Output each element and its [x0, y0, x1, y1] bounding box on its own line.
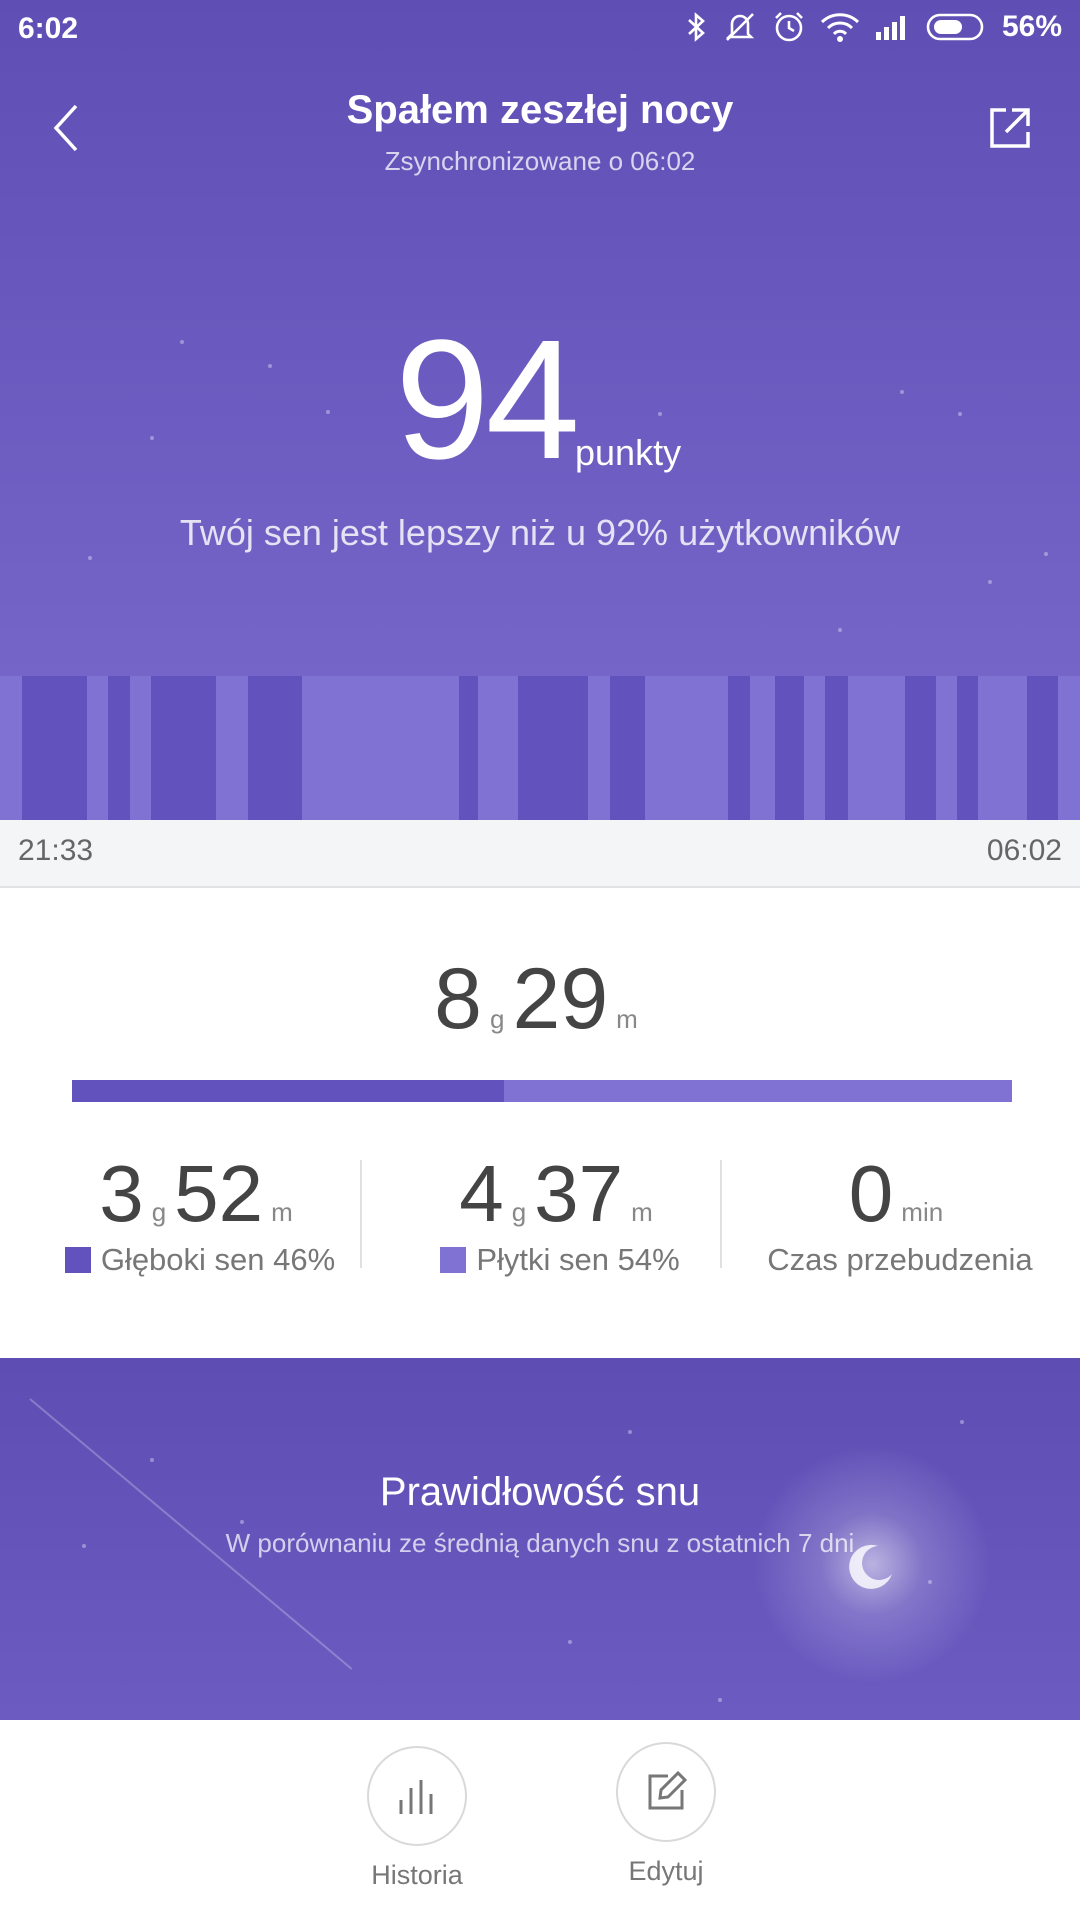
- deep-sleep-label: Głęboki sen 46%: [100, 1242, 336, 1277]
- awake-value: 0: [848, 1149, 894, 1238]
- bar-chart-icon: [399, 1780, 433, 1814]
- awake-stat: 0 min Czas przebudzenia: [720, 1148, 1080, 1278]
- deep-sleep-fill: [72, 1080, 505, 1102]
- mute-bell-icon: [725, 13, 755, 41]
- regularity-subtitle: W porównaniu ze średnią danych snu z ost…: [225, 1528, 855, 1558]
- regularity-title: Prawidłowość snu: [379, 1470, 701, 1514]
- alarm-icon: [775, 12, 803, 42]
- sleep-hero: 6:02 56% Spałem zeszłej nocy Zsynchroniz…: [0, 0, 1080, 676]
- light-sleep-label: Płytki sen 54%: [476, 1242, 680, 1277]
- wifi-icon: [820, 13, 859, 42]
- light-hour-unit: g: [511, 1197, 527, 1227]
- deep-hour-unit: g: [151, 1197, 167, 1227]
- bluetooth-icon: [688, 12, 705, 42]
- awake-unit: min: [901, 1197, 944, 1227]
- sleep-stage-deep: [825, 676, 848, 820]
- light-sleep-swatch: [440, 1247, 467, 1273]
- sync-status: Zsynchronizowane o 06:02: [384, 146, 696, 176]
- score-comparison: Twój sen jest lepszy niż u 92% użytkowni…: [179, 512, 901, 553]
- page-title: Spałem zeszłej nocy: [346, 88, 734, 132]
- light-hours: 4: [459, 1149, 504, 1238]
- deep-minute-unit: m: [271, 1197, 293, 1227]
- history-button[interactable]: Historia: [337, 1746, 497, 1891]
- total-hours: 8: [434, 951, 483, 1047]
- minute-unit: m: [616, 1004, 638, 1034]
- sleep-stage-deep: [518, 676, 588, 820]
- sleep-stage-deep: [728, 676, 750, 820]
- deep-light-ratio-bar: [72, 1080, 1012, 1102]
- deep-sleep-stat: 3 g 52 m Głęboki sen 46%: [20, 1148, 380, 1278]
- sleep-regularity-card[interactable]: Prawidłowość snu W porównaniu ze średnią…: [0, 1358, 1080, 1720]
- sleep-stage-deep: [905, 676, 936, 820]
- end-time: 06:02: [986, 834, 1062, 867]
- battery-icon: [926, 13, 984, 41]
- signal-icon: [875, 16, 905, 40]
- sleep-stage-deep: [1027, 676, 1058, 820]
- start-time: 21:33: [18, 834, 94, 867]
- light-minutes: 37: [534, 1149, 624, 1238]
- deep-hours: 3: [99, 1149, 144, 1238]
- battery-percent: 56%: [1001, 10, 1062, 43]
- hour-unit: g: [490, 1004, 505, 1034]
- status-bar: 6:02 56%: [0, 0, 1080, 60]
- sleep-stage-deep: [459, 676, 478, 820]
- total-minutes: 29: [512, 951, 609, 1047]
- deep-minutes: 52: [174, 1149, 264, 1238]
- sleep-stage-deep: [610, 676, 645, 820]
- share-button[interactable]: [986, 104, 1034, 152]
- light-sleep-stat: 4 g 37 m Płytki sen 54%: [380, 1148, 740, 1278]
- sleep-stage-deep: [248, 676, 302, 820]
- deep-sleep-swatch: [64, 1247, 91, 1273]
- score-unit: punkty: [575, 432, 682, 473]
- sleep-stages-chart: [0, 676, 1080, 820]
- edit-icon: [648, 1770, 688, 1810]
- share-icon: [990, 108, 1030, 148]
- total-sleep: 8 g29 m: [0, 950, 1080, 1049]
- bottom-actions: Historia Edytuj: [0, 1720, 1080, 1920]
- timeline-axis: 21:33 06:02: [0, 820, 1080, 888]
- sleep-breakdown: 3 g 52 m Głęboki sen 46% 4 g 37 m Płytki sen 5…: [0, 1148, 1080, 1278]
- status-time: 6:02: [18, 12, 79, 45]
- edit-label: Edytuj: [628, 1856, 704, 1886]
- stat-divider: [720, 1160, 722, 1268]
- awake-label: Czas przebudzenia: [767, 1242, 1033, 1277]
- stat-divider: [360, 1160, 362, 1268]
- light-minute-unit: m: [631, 1197, 653, 1227]
- edit-button[interactable]: Edytuj: [586, 1742, 746, 1887]
- sleep-stage-deep: [22, 676, 87, 820]
- history-circle: [367, 1746, 467, 1846]
- sleep-stage-deep: [151, 676, 216, 820]
- edit-circle: [616, 1742, 716, 1842]
- sleep-score: 94 punkty: [0, 305, 1080, 495]
- history-label: Historia: [371, 1860, 463, 1890]
- score-value: 94: [395, 305, 580, 495]
- sleep-stage-deep: [108, 676, 130, 820]
- sleep-stage-deep: [775, 676, 804, 820]
- sleep-stage-deep: [957, 676, 978, 820]
